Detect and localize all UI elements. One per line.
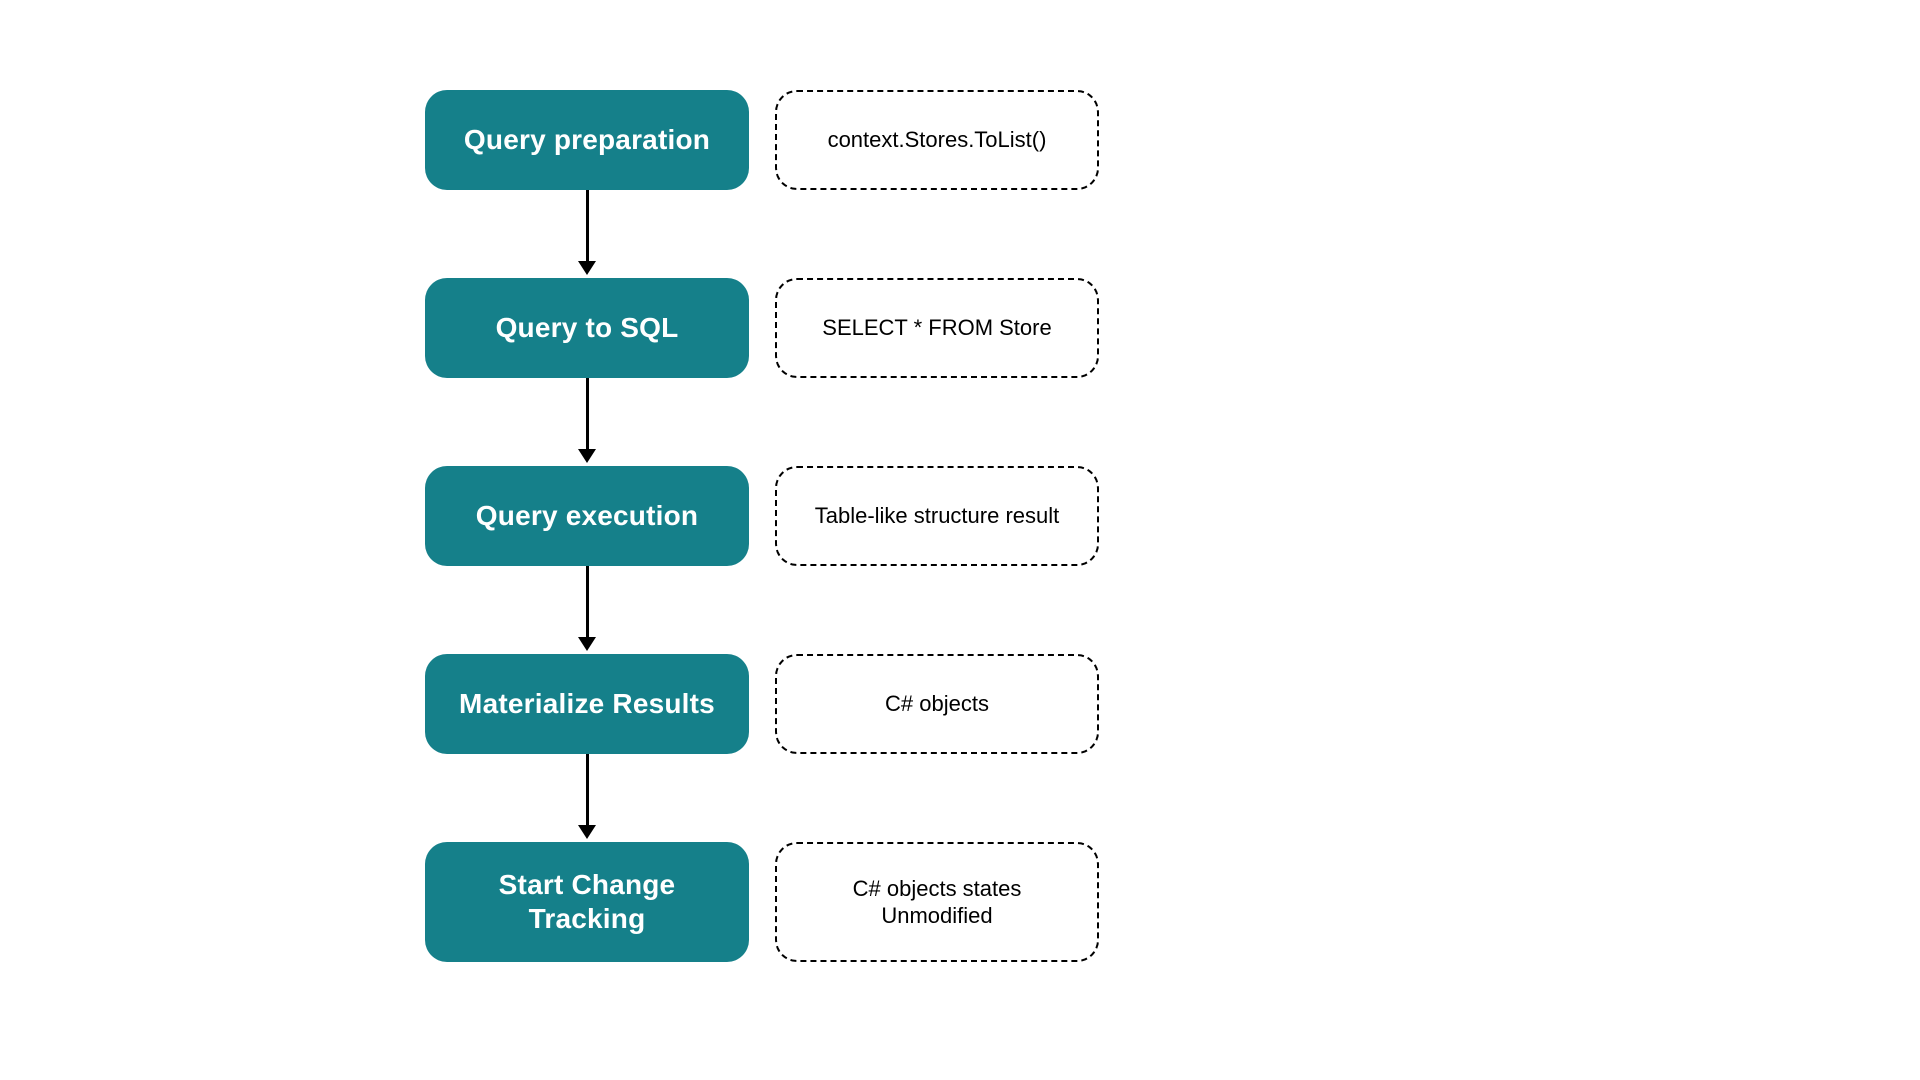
step-materialize-results: Materialize Results — [425, 654, 749, 754]
diagram-canvas: Query preparation context.Stores.ToList(… — [0, 0, 1920, 1080]
step-query-execution: Query execution — [425, 466, 749, 566]
detail-query-preparation: context.Stores.ToList() — [775, 90, 1099, 190]
arrow-4 — [578, 754, 596, 839]
step-query-to-sql: Query to SQL — [425, 278, 749, 378]
detail-materialize-results: C# objects — [775, 654, 1099, 754]
detail-query-execution: Table-like structure result — [775, 466, 1099, 566]
arrow-3 — [578, 566, 596, 651]
detail-start-change-tracking: C# objects statesUnmodified — [775, 842, 1099, 962]
arrow-1 — [578, 190, 596, 275]
arrow-2 — [578, 378, 596, 463]
step-query-preparation: Query preparation — [425, 90, 749, 190]
detail-query-to-sql: SELECT * FROM Store — [775, 278, 1099, 378]
step-start-change-tracking: Start ChangeTracking — [425, 842, 749, 962]
